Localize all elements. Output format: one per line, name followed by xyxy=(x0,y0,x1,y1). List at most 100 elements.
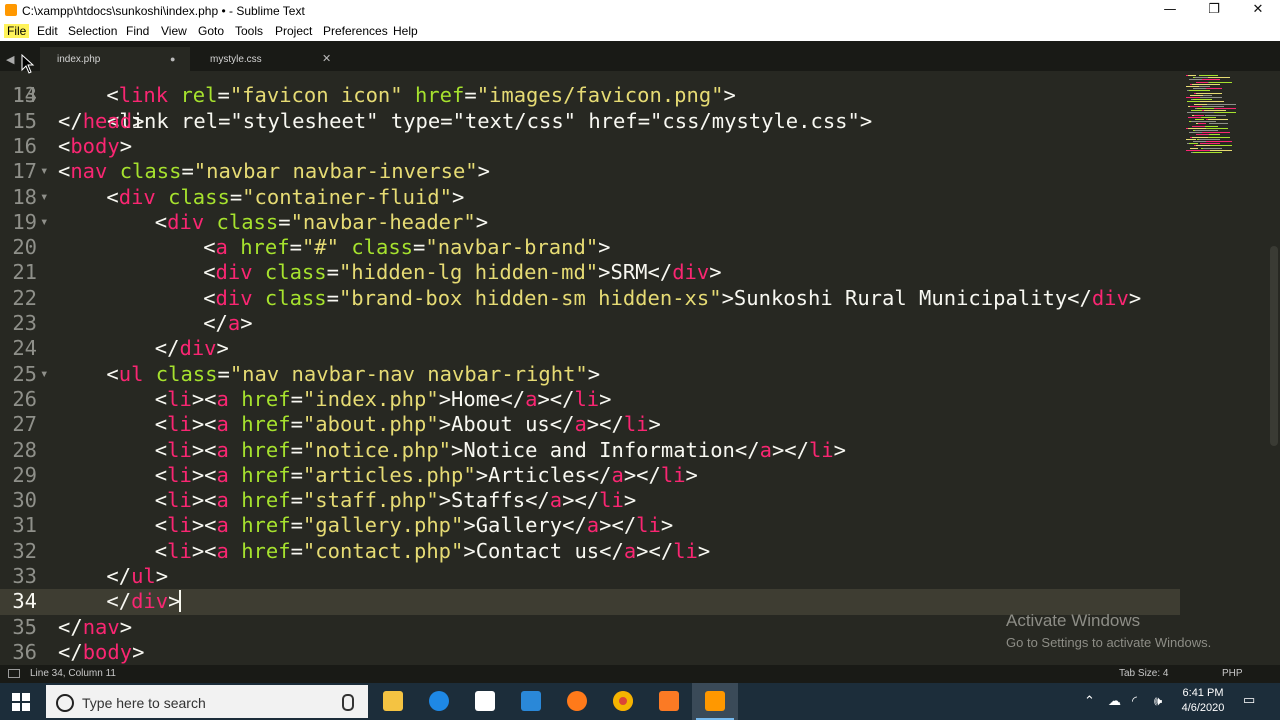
syntax-mode[interactable]: PHP xyxy=(1222,668,1243,679)
code-token: = xyxy=(278,209,291,234)
code-token: href xyxy=(241,437,291,462)
network-icon[interactable]: ☁ xyxy=(1108,693,1121,709)
code-token: "notice.php" xyxy=(302,437,452,462)
fold-arrow-icon[interactable]: ▾ xyxy=(40,159,48,184)
menu-view[interactable]: View xyxy=(158,24,190,38)
code-token: ></ xyxy=(562,488,600,513)
menu-preferences[interactable]: Preferences xyxy=(320,24,391,38)
code-token: </ xyxy=(58,639,83,664)
code-token: >Articles</ xyxy=(475,462,612,487)
firefox-icon[interactable] xyxy=(554,683,600,720)
minimap-stroke xyxy=(1199,75,1218,76)
minimap[interactable] xyxy=(1180,71,1268,665)
code-token: > xyxy=(623,488,637,513)
line-number: 25 xyxy=(12,361,37,386)
menu-tools[interactable]: Tools xyxy=(232,24,266,38)
minimap-stroke xyxy=(1186,149,1210,151)
line-number: 33 xyxy=(12,564,37,588)
chrome-icon[interactable] xyxy=(600,683,646,720)
code-token: div xyxy=(215,285,253,310)
fold-arrow-icon[interactable]: ▾ xyxy=(40,210,48,235)
code-token: < xyxy=(106,83,119,108)
sublime-text-icon[interactable] xyxy=(692,683,738,720)
code-token: a xyxy=(611,462,624,487)
menu-selection[interactable]: Selection xyxy=(65,24,120,38)
microphone-icon[interactable] xyxy=(342,694,354,711)
code-token: class xyxy=(351,235,414,260)
code-token: href xyxy=(414,83,465,108)
code-editor[interactable]: 13 <link rel="stylesheet" type="text/css… xyxy=(0,71,1280,665)
minimize-button[interactable]: — xyxy=(1148,0,1192,22)
code-token: href xyxy=(241,488,291,513)
edge-icon[interactable] xyxy=(416,683,462,720)
code-token: < xyxy=(154,488,168,513)
minimap-stroke xyxy=(1188,127,1206,129)
code-token: li xyxy=(599,488,624,513)
notifications-icon[interactable]: ▭ xyxy=(1243,692,1255,708)
minimap-stroke xyxy=(1195,119,1204,120)
code-text: <link rel="favicon icon" href="images/fa… xyxy=(106,83,735,108)
code-token: ></ xyxy=(537,386,575,411)
menu-edit[interactable]: Edit xyxy=(34,24,61,38)
clock-time: 6:41 PM xyxy=(1182,687,1224,699)
code-token: a xyxy=(227,311,241,335)
code-token: < xyxy=(154,386,168,411)
minimap-stroke xyxy=(1197,97,1222,98)
minimap-stroke xyxy=(1201,105,1224,107)
wifi-icon[interactable]: ◜ xyxy=(1132,693,1137,709)
menu-find[interactable]: Find xyxy=(123,24,152,38)
code-text: <div class="navbar-header"> xyxy=(155,210,488,235)
tab-mystyle-css[interactable]: mystyle.css ✕ xyxy=(196,47,342,71)
code-line: 14 <link rel="favicon icon" href="images/… xyxy=(0,83,1180,108)
xampp-icon[interactable] xyxy=(646,683,692,720)
chevron-up-icon[interactable]: ⌃ xyxy=(1084,693,1095,709)
fold-arrow-icon[interactable]: ▾ xyxy=(40,362,48,387)
taskbar-search-input[interactable]: Type here to search xyxy=(46,685,368,718)
code-line: 26 <li><a href="index.php">Home</a></li> xyxy=(0,387,1180,412)
code-token: a xyxy=(525,386,538,411)
code-token: head xyxy=(82,108,133,133)
tab-scroll-left-icon[interactable]: ◀ xyxy=(6,53,14,66)
panel-toggle-icon[interactable] xyxy=(8,669,20,678)
code-token: = xyxy=(290,513,303,538)
vertical-scrollbar[interactable] xyxy=(1268,71,1280,665)
code-text: <body> xyxy=(58,134,132,159)
menu-project[interactable]: Project xyxy=(272,24,315,38)
code-line: 16 <body> xyxy=(0,134,1180,159)
minimap-stroke xyxy=(1196,92,1222,94)
restore-button[interactable]: ❐ xyxy=(1192,0,1236,22)
code-token: >< xyxy=(191,538,217,563)
mail-icon[interactable] xyxy=(508,683,554,720)
windows-start-icon[interactable] xyxy=(12,693,30,711)
code-line: 18 ▾ <div class="container-fluid"> xyxy=(0,185,1180,210)
minimap-stroke xyxy=(1190,105,1202,107)
code-token: > xyxy=(685,462,698,487)
text-caret xyxy=(179,590,181,612)
code-token: body xyxy=(82,639,133,664)
close-tab-icon[interactable]: ✕ xyxy=(322,52,331,65)
scrollbar-thumb[interactable] xyxy=(1270,246,1278,446)
file-explorer-icon[interactable] xyxy=(370,683,416,720)
unsaved-dot-icon[interactable]: ● xyxy=(170,54,175,64)
volume-icon[interactable]: 🕪 xyxy=(1154,693,1162,709)
menu-help[interactable]: Help xyxy=(390,24,421,38)
menu-file[interactable]: File xyxy=(4,24,30,38)
windows-taskbar: Type here to search ⌃ ☁ ◜ 🕪 6:41 PM 4/6/… xyxy=(0,683,1280,720)
fold-arrow-icon[interactable]: ▾ xyxy=(40,185,48,210)
close-button[interactable]: ✕ xyxy=(1236,0,1280,22)
title-bar: C:\xampp\htdocs\sunkoshi\index.php • - S… xyxy=(0,0,1280,22)
minimap-stroke xyxy=(1208,149,1232,151)
code-line: 23 </a> xyxy=(0,311,1180,336)
code-token: = xyxy=(326,260,339,285)
store-icon[interactable] xyxy=(462,683,508,720)
tab-index-php[interactable]: index.php ● xyxy=(40,47,190,71)
code-token: = xyxy=(413,235,426,260)
clock[interactable]: 6:41 PM 4/6/2020 xyxy=(1178,686,1228,716)
tab-size[interactable]: Tab Size: 4 xyxy=(1119,668,1168,679)
menu-goto[interactable]: Goto xyxy=(195,24,227,38)
code-token: a xyxy=(216,462,229,487)
